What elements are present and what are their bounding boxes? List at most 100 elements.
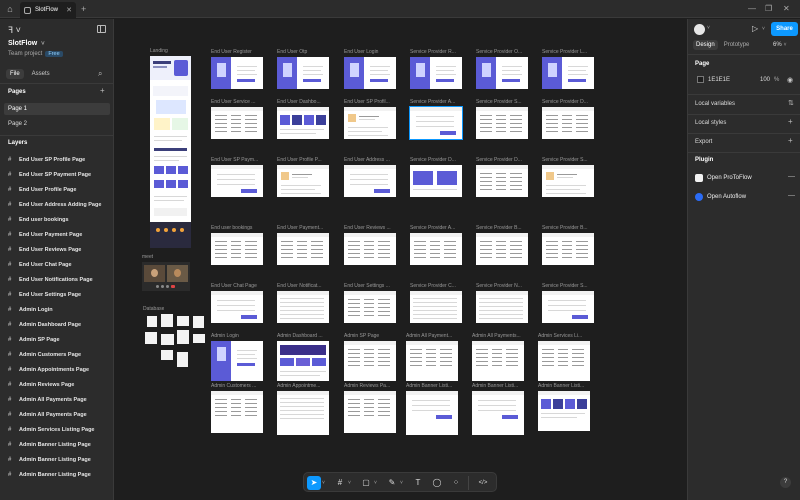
canvas-frame[interactable]: Service Provider D... <box>476 157 528 197</box>
canvas-frame[interactable]: End User Payment... <box>277 225 329 265</box>
add-export-icon[interactable]: + <box>788 136 793 145</box>
canvas-frame[interactable]: End User SP Paym... <box>211 157 263 197</box>
plugin-item-protoflow[interactable]: Open ProToFlow <box>707 175 752 181</box>
canvas-frame[interactable]: Service Provider C... <box>410 283 462 323</box>
frame-database[interactable]: Database <box>143 306 205 368</box>
home-icon[interactable]: ⌂ <box>4 3 16 15</box>
canvas-frame[interactable]: Admin Dashboard ... <box>277 333 329 381</box>
page-opacity-value[interactable]: 100 <box>760 77 770 83</box>
layer-item[interactable]: # Admin Customers Page <box>8 347 112 362</box>
page-color-value[interactable]: 1E1E1E <box>708 77 730 83</box>
canvas-frame[interactable]: End User Dashbo... <box>277 99 329 139</box>
canvas-frame[interactable]: End user bookings <box>211 225 263 265</box>
chevron-down-icon[interactable]: ˅ <box>762 26 765 32</box>
canvas-frame[interactable]: Service Provider O... <box>476 49 528 89</box>
layer-item[interactable]: # Admin Services Listing Page <box>8 422 112 437</box>
canvas-frame[interactable]: Service Provider B... <box>542 225 594 265</box>
canvas-frame[interactable]: End User Profile P... <box>277 157 329 197</box>
add-page-icon[interactable]: + <box>100 86 105 95</box>
layer-item[interactable]: # End User Payment Page <box>8 227 112 242</box>
canvas-frame[interactable]: End User Otp <box>277 49 329 89</box>
search-icon[interactable]: ⌕ <box>98 69 102 79</box>
tab-design[interactable]: Design <box>693 40 718 50</box>
canvas-frame[interactable]: End User Notificat... <box>277 283 329 323</box>
main-menu-icon[interactable]: ꟻ ˅ <box>8 25 21 36</box>
frame-tool-icon[interactable]: # <box>333 476 347 490</box>
maximize-icon[interactable]: ❐ <box>765 3 772 15</box>
present-play-icon[interactable]: ▷ <box>752 24 758 33</box>
page-item-2[interactable]: Page 2 <box>4 118 110 130</box>
file-tab[interactable]: SlotFlow ✕ <box>20 2 76 18</box>
comment-tool-icon[interactable]: ◯ <box>430 476 444 490</box>
actions-tool-icon[interactable]: ⁘ <box>449 476 463 490</box>
pen-tool-icon[interactable]: ✎ <box>385 476 399 490</box>
layer-item[interactable]: # Admin Appointments Page <box>8 362 112 377</box>
layer-item[interactable]: # Admin All Payments Page <box>8 392 112 407</box>
text-tool-icon[interactable]: T <box>411 476 425 490</box>
local-styles-label[interactable]: Local styles <box>695 120 726 126</box>
move-tool-icon[interactable]: ➤ <box>307 476 321 490</box>
local-variables-label[interactable]: Local variables <box>695 101 735 107</box>
layer-item[interactable]: # End User Profile Page <box>8 182 112 197</box>
page-color-swatch[interactable] <box>697 76 704 83</box>
dev-mode-icon[interactable]: </> <box>474 476 492 490</box>
variables-icon[interactable]: ⇅ <box>788 99 794 107</box>
visibility-eye-icon[interactable]: ◉ <box>787 76 793 84</box>
add-style-icon[interactable]: + <box>788 117 793 126</box>
tab-assets[interactable]: Assets <box>28 69 54 79</box>
canvas-frame[interactable]: Admin Banner Listi... <box>472 383 524 435</box>
avatar[interactable] <box>694 24 705 35</box>
layer-item[interactable]: # End User Address Adding Page <box>8 197 112 212</box>
layer-item[interactable]: # End User Reviews Page <box>8 242 112 257</box>
canvas-frame[interactable]: Service Provider B... <box>476 225 528 265</box>
canvas-frame[interactable]: Admin All Payments... <box>472 333 524 381</box>
canvas-frame[interactable]: End User Service ... <box>211 99 263 139</box>
canvas-frame[interactable]: Admin Customers ... <box>211 383 263 433</box>
tab-file[interactable]: File <box>6 69 24 79</box>
layer-item[interactable]: # Admin Reviews Page <box>8 377 112 392</box>
layer-item[interactable]: # Admin SP Page <box>8 332 112 347</box>
layer-item[interactable]: # End User Notifications Page <box>8 272 112 287</box>
canvas-frame[interactable]: Admin All Payment... <box>406 333 458 381</box>
canvas-frame[interactable]: End User Chat Page <box>211 283 263 323</box>
canvas-frame[interactable]: Service Provider D... <box>410 157 462 197</box>
canvas-frame[interactable]: Admin Services Li... <box>538 333 590 381</box>
chevron-down-icon[interactable]: ˅ <box>400 477 403 489</box>
layer-item[interactable]: # End User Settings Page <box>8 287 112 302</box>
canvas-frame[interactable]: Admin Login <box>211 333 263 381</box>
canvas-frame[interactable]: Service Provider N... <box>476 283 528 323</box>
remove-plugin-icon[interactable]: — <box>788 192 795 199</box>
close-window-icon[interactable]: ✕ <box>783 3 790 15</box>
plugin-item-autoflow[interactable]: Open Autoflow <box>707 194 746 200</box>
canvas-frame[interactable]: End User Settings ... <box>344 283 396 323</box>
layer-item[interactable]: # Admin Dashboard Page <box>8 317 112 332</box>
frame-landing[interactable]: Landing <box>150 48 191 248</box>
layer-item[interactable]: # End User SP Payment Page <box>8 167 112 182</box>
zoom-level[interactable]: 6% ˅ <box>773 42 787 48</box>
layer-item[interactable]: # End User Chat Page <box>8 257 112 272</box>
canvas-frame[interactable]: End User Address ... <box>344 157 396 197</box>
canvas-frame[interactable]: Service Provider R... <box>410 49 462 89</box>
page-item-1[interactable]: Page 1 <box>4 103 110 115</box>
layer-item[interactable]: # End user bookings <box>8 212 112 227</box>
layer-item[interactable]: # Admin All Payments Page <box>8 407 112 422</box>
canvas-frame[interactable]: Service Provider L... <box>542 49 594 89</box>
share-button[interactable]: Share <box>771 22 798 36</box>
chevron-down-icon[interactable]: ˅ <box>707 25 710 31</box>
canvas[interactable]: Landing meet Database End User Register … <box>115 19 687 500</box>
canvas-frame[interactable]: End User Login <box>344 49 396 89</box>
canvas-frame[interactable]: Admin SP Page <box>344 333 396 381</box>
tab-prototype[interactable]: Prototype <box>721 40 753 50</box>
close-tab-icon[interactable]: ✕ <box>66 6 72 14</box>
layer-item[interactable]: # End User SP Profile Page <box>8 152 112 167</box>
canvas-frame[interactable]: End User Register <box>211 49 263 89</box>
layer-item[interactable]: # Admin Banner Listing Page <box>8 467 112 482</box>
layer-item[interactable]: # Admin Login <box>8 302 112 317</box>
remove-plugin-icon[interactable]: — <box>788 173 795 180</box>
new-tab-icon[interactable]: + <box>81 3 86 15</box>
chevron-down-icon[interactable]: ˅ <box>348 477 351 489</box>
chevron-down-icon[interactable]: ˅ <box>322 477 325 489</box>
canvas-frame[interactable]: Service Provider A... <box>410 225 462 265</box>
layer-item[interactable]: # Admin Banner Listing Page <box>8 452 112 467</box>
plan-badge[interactable]: Free <box>45 51 63 57</box>
